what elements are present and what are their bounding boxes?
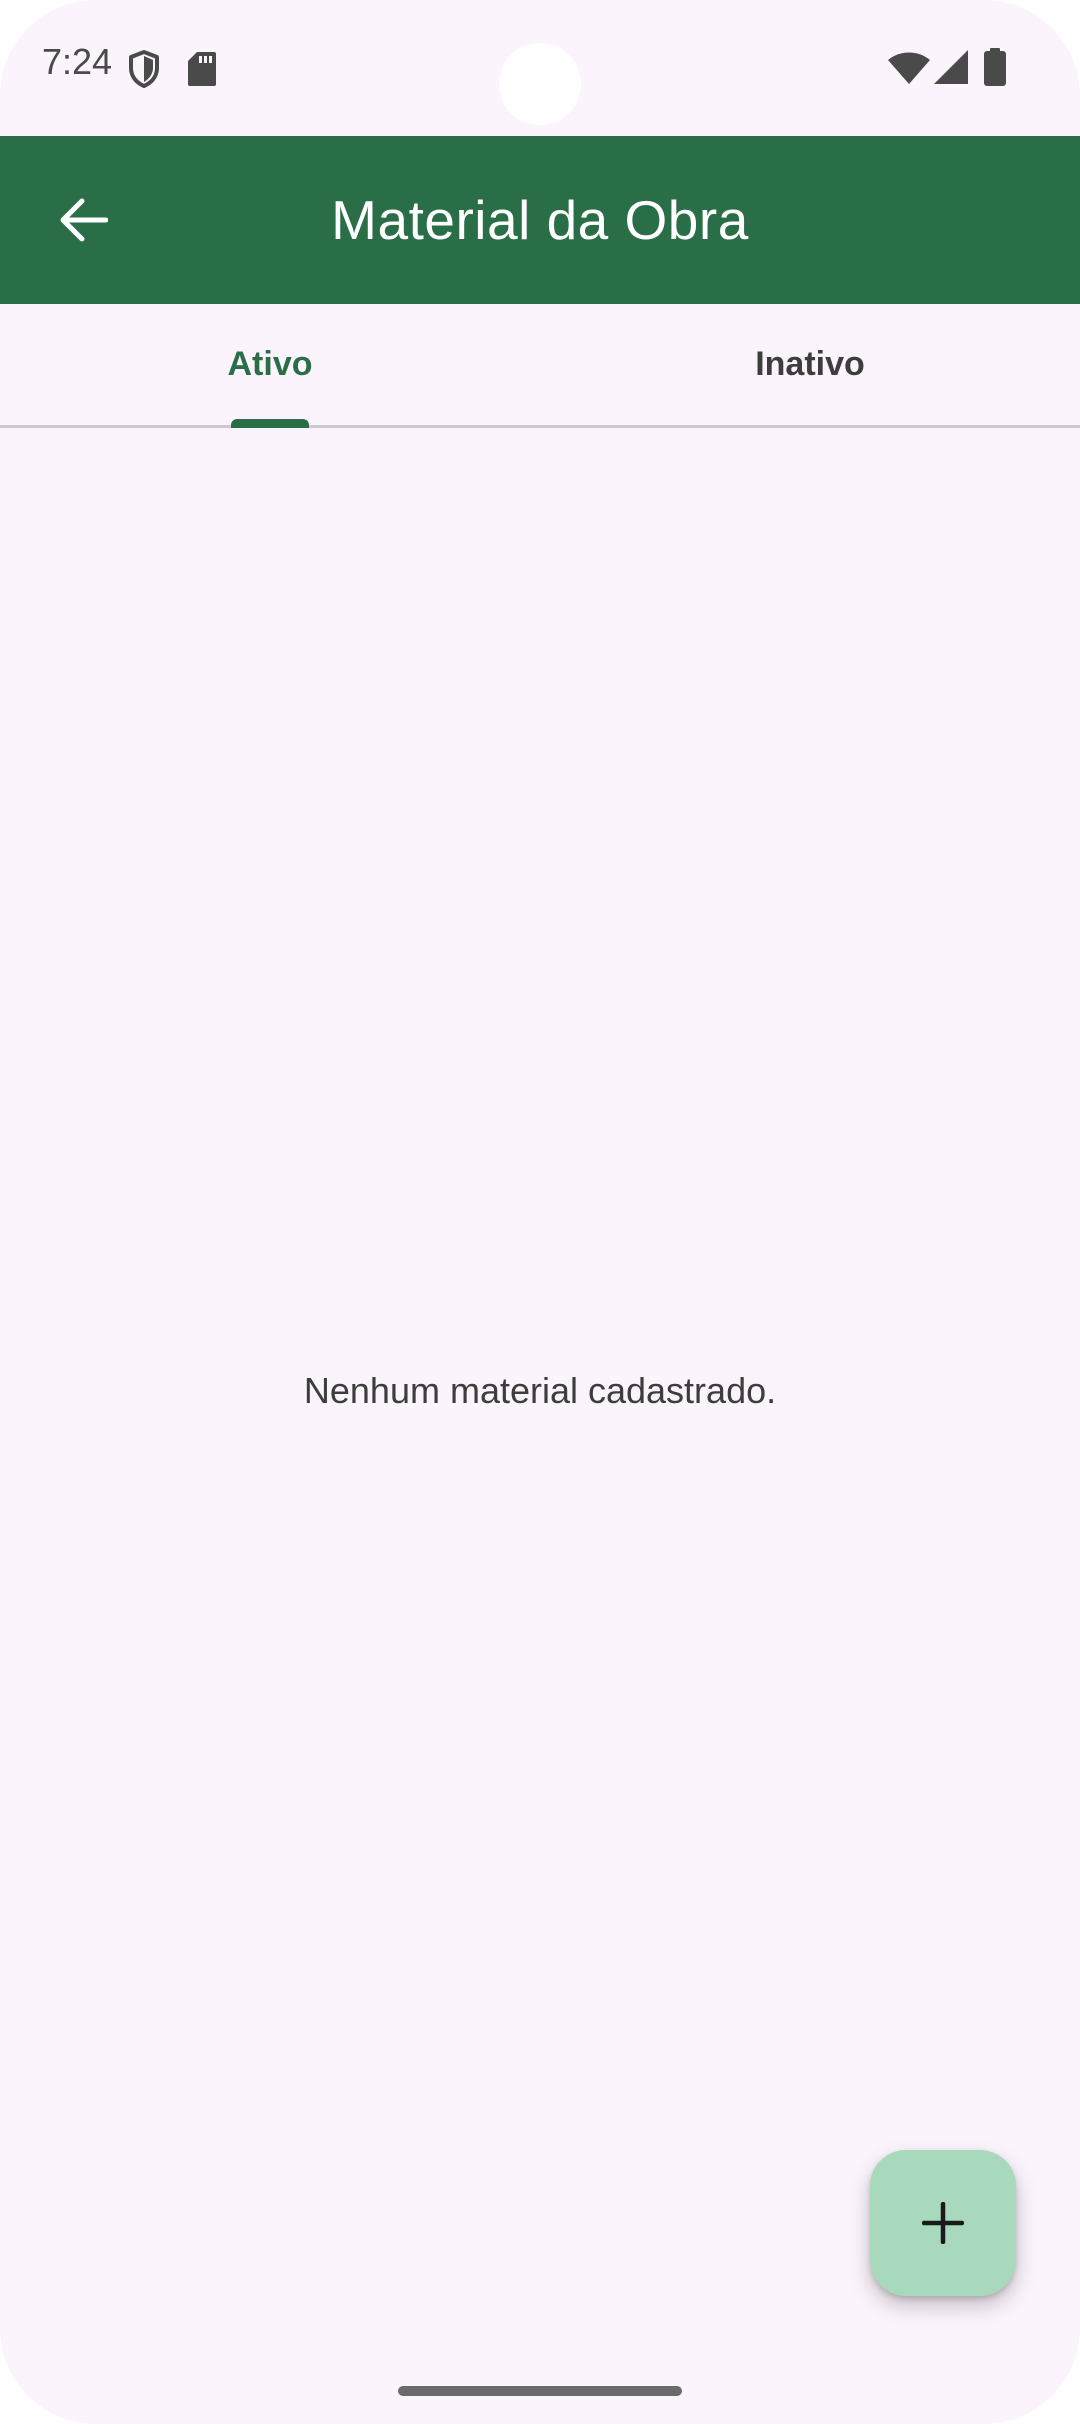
back-button[interactable] bbox=[36, 172, 132, 268]
cell-signal-icon bbox=[934, 50, 968, 84]
battery-icon bbox=[984, 48, 1006, 86]
tab-ativo-label: Ativo bbox=[227, 345, 313, 383]
screen: 7:24 Material da Obra Ativo Inativo Nenh… bbox=[0, 0, 1080, 2424]
wifi-icon bbox=[888, 52, 930, 84]
shield-icon bbox=[129, 50, 159, 88]
tab-ativo[interactable]: Ativo bbox=[0, 304, 540, 425]
tab-indicator bbox=[231, 419, 309, 428]
status-time: 7:24 bbox=[42, 41, 113, 82]
app-bar: Material da Obra bbox=[0, 136, 1080, 304]
tab-inativo[interactable]: Inativo bbox=[540, 304, 1080, 425]
arrow-back-icon bbox=[60, 198, 108, 242]
add-material-button[interactable] bbox=[870, 2150, 1016, 2296]
empty-state-message: Nenhum material cadastrado. bbox=[303, 1370, 777, 1411]
plus-icon bbox=[922, 2202, 964, 2244]
status-bar: 7:24 bbox=[0, 0, 1080, 136]
gesture-navigation-bar[interactable] bbox=[398, 2386, 682, 2396]
tab-bar: Ativo Inativo bbox=[0, 304, 1080, 428]
sd-card-icon bbox=[188, 52, 216, 86]
tab-inativo-label: Inativo bbox=[755, 345, 865, 383]
page-title: Material da Obra bbox=[331, 189, 749, 251]
camera-cutout bbox=[499, 43, 581, 125]
